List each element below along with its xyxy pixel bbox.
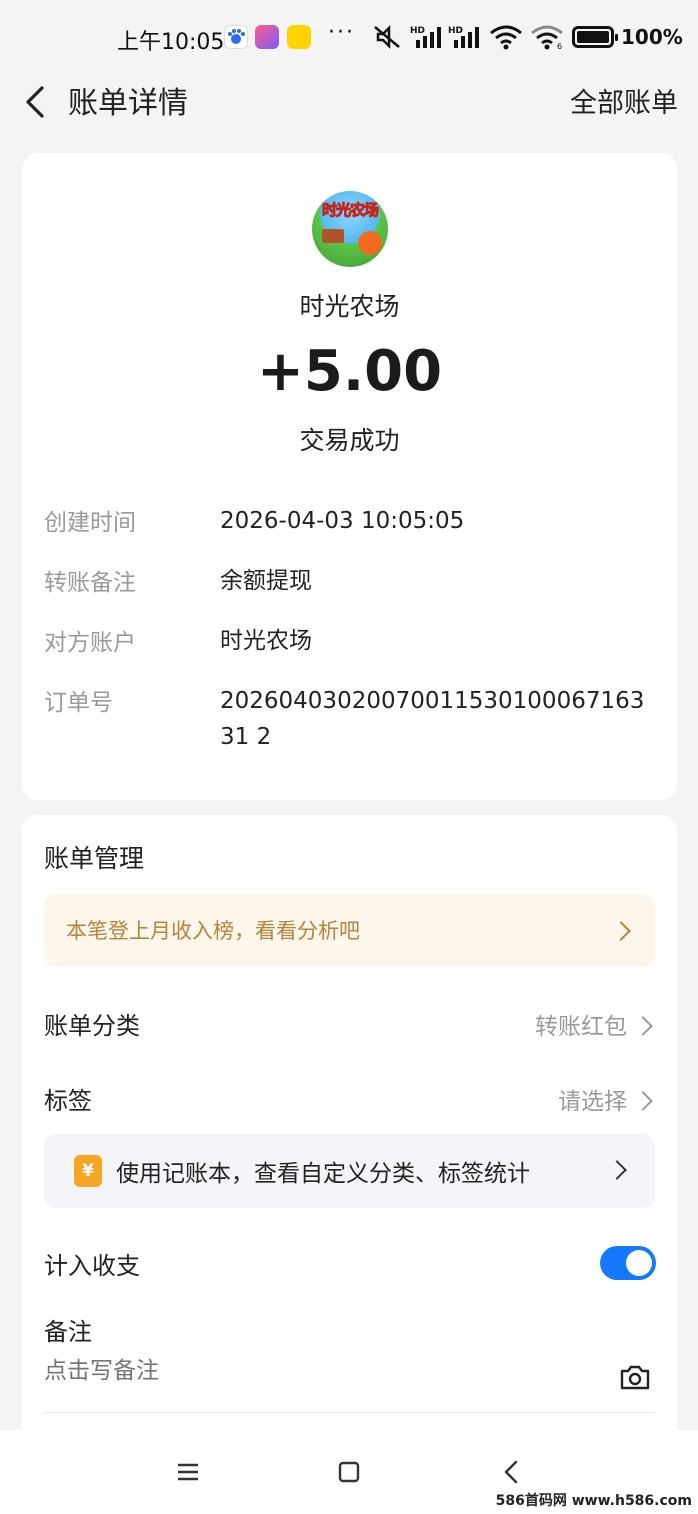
divider [44, 1412, 655, 1413]
svg-text:HD: HD [410, 26, 425, 36]
page-title: 账单详情 [68, 86, 188, 121]
header: 账单详情 全部账单 [0, 76, 698, 126]
detail-label: 订单号 [44, 690, 113, 716]
chevron-right-icon [607, 1160, 627, 1180]
chevron-right-icon [611, 921, 631, 941]
row-label: 备注 [44, 1318, 92, 1346]
battery-icon [572, 26, 618, 48]
home-icon[interactable] [335, 1458, 363, 1486]
nav-back-icon[interactable] [498, 1458, 526, 1486]
ledger-tip-banner[interactable]: ¥ 使用记账本，查看自定义分类、标签统计 [44, 1134, 655, 1208]
status-bar: 上午10:05 ··· HD HD 6 100% [0, 0, 698, 76]
logo-fruit-shape [358, 231, 382, 255]
note-input[interactable] [44, 1358, 604, 1384]
note-row: 备注 [44, 1312, 655, 1352]
svg-text:6: 6 [557, 42, 562, 50]
reader-app-icon [287, 25, 311, 49]
detail-label: 转账备注 [44, 570, 136, 596]
back-icon[interactable] [18, 82, 54, 122]
signal-2-icon: HD [448, 26, 479, 48]
bill-management-card: 账单管理 本笔登上月收入榜，看看分析吧 账单分类 转账红包 标签 请选择 ¥ 使… [22, 815, 677, 1445]
system-nav-bar: 586首码网 www.h586.com [0, 1430, 698, 1514]
detail-label: 对方账户 [44, 630, 136, 656]
svg-text:HD: HD [448, 26, 463, 36]
menu-icon[interactable] [174, 1458, 202, 1486]
income-rank-banner[interactable]: 本笔登上月收入榜，看看分析吧 [44, 894, 655, 967]
wifi-icon [490, 25, 522, 50]
row-value: 转账红包 [535, 1014, 627, 1040]
wifi-6-icon: 6 [531, 25, 563, 50]
ledger-coin-icon: ¥ [74, 1155, 102, 1187]
bill-category-row[interactable]: 账单分类 转账红包 [44, 1006, 655, 1046]
row-label: 账单分类 [44, 1012, 140, 1040]
tag-row[interactable]: 标签 请选择 [44, 1081, 655, 1121]
count-in-balance-toggle[interactable] [600, 1246, 656, 1280]
mute-icon [374, 24, 400, 50]
amount: +5.00 [256, 339, 443, 404]
detail-value[interactable]: 2026-04-03 10:05:05 [220, 503, 670, 539]
chevron-right-icon [633, 1016, 653, 1036]
watermark: 586首码网 www.h586.com [495, 1493, 692, 1509]
merchant-logo: 时光农场 [312, 191, 388, 267]
status-time: 上午10:05 [117, 30, 225, 55]
all-bills-link[interactable]: 全部账单 [570, 81, 678, 120]
detail-value[interactable]: 时光农场 [220, 623, 670, 659]
section-title: 账单管理 [44, 844, 145, 873]
signal-1-icon: HD [410, 26, 441, 48]
camera-icon[interactable] [619, 1363, 651, 1391]
game-app-icon [255, 25, 279, 49]
row-value: 请选择 [558, 1089, 627, 1115]
merchant-name: 时光农场 [299, 292, 400, 321]
promo-text: 本笔登上月收入榜，看看分析吧 [66, 919, 360, 943]
bill-summary-card: 时光农场 时光农场 +5.00 交易成功 创建时间 2026-04-03 10:… [22, 153, 677, 800]
tip-text: 使用记账本，查看自定义分类、标签统计 [116, 1161, 530, 1187]
detail-value[interactable]: 余额提现 [220, 563, 670, 599]
count-in-balance-row: 计入收支 [44, 1246, 655, 1286]
baidu-app-icon [224, 25, 248, 49]
detail-value[interactable]: 2026040302007001153010006716331 2 [220, 683, 650, 755]
logo-house-shape [322, 229, 344, 243]
chevron-right-icon [633, 1091, 653, 1111]
logo-lettering: 时光农场 [321, 201, 379, 220]
detail-label: 创建时间 [44, 510, 136, 536]
transaction-status: 交易成功 [299, 426, 400, 455]
row-label: 标签 [44, 1087, 92, 1115]
row-label: 计入收支 [44, 1252, 140, 1280]
battery-percent: 100% [621, 25, 683, 49]
more-notifications-icon: ··· [328, 20, 355, 45]
